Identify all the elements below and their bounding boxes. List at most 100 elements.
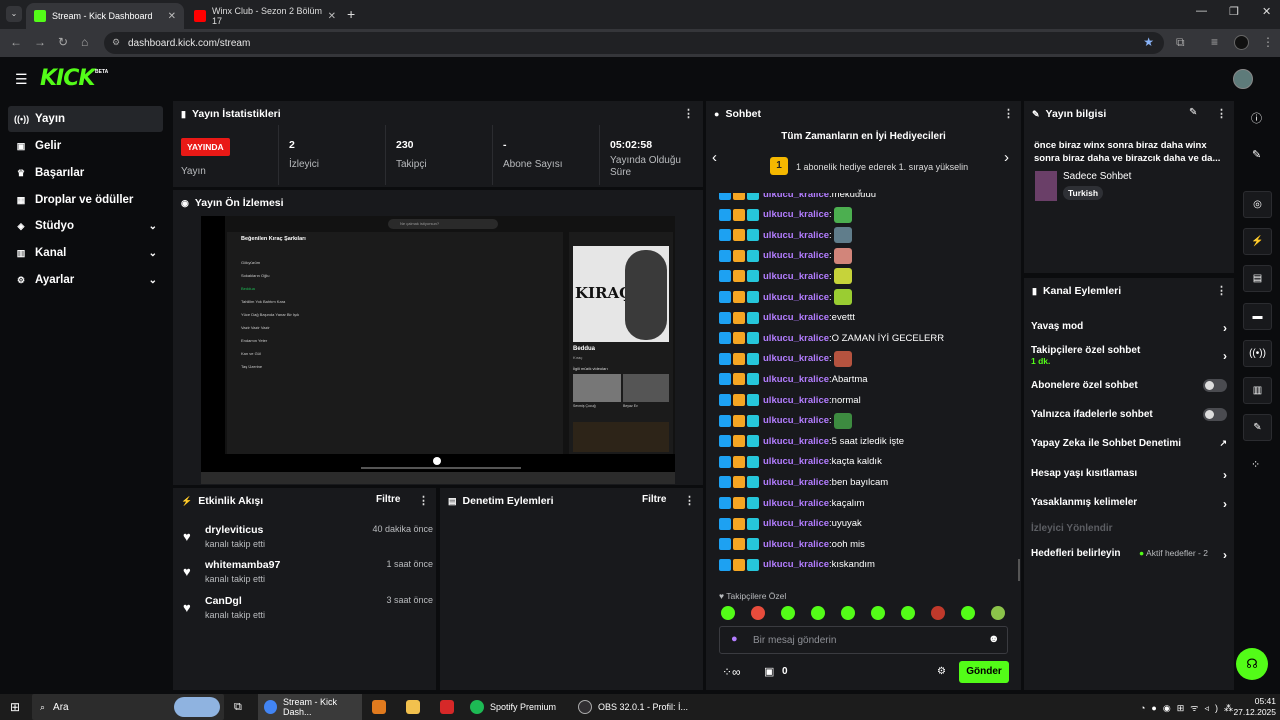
rail-layout[interactable]: ▥ (1243, 377, 1272, 404)
tab-winx[interactable]: Winx Club - Sezon 2 Bölüm 17 ✕ (186, 3, 344, 29)
emote-option[interactable] (931, 606, 945, 620)
menu-icon[interactable]: ⋮ (1262, 35, 1274, 49)
chat-input[interactable]: ● Bir mesaj gönderin ☻ (719, 626, 1008, 654)
users-icon[interactable]: ⁘ (1251, 458, 1260, 471)
emote-option[interactable] (901, 606, 915, 620)
back-icon[interactable]: ← (10, 35, 22, 49)
action-ai-moderation[interactable]: Yapay Zeka ile Sohbet Denetimi ↗ (1031, 438, 1227, 449)
emote-option[interactable] (721, 606, 735, 620)
chat-username[interactable]: ulkucu_kralice (763, 209, 829, 220)
chat-username[interactable]: ulkucu_kralice (763, 292, 829, 303)
media-icon[interactable]: ≡ (1211, 35, 1218, 49)
more-options-icon[interactable]: ⋮ (1003, 107, 1014, 120)
edit-icon[interactable]: ✎ (1189, 107, 1197, 118)
sidebar-item-basarilar[interactable]: ♛ Başarılar (8, 160, 163, 186)
pencil-icon[interactable]: ✎ (1252, 148, 1261, 161)
close-icon[interactable]: ✕ (328, 11, 336, 22)
rail-tools[interactable]: ✎ (1243, 414, 1272, 441)
sidebar-item-kanal[interactable]: ▥ Kanal ⌄ (8, 240, 163, 266)
chevron-right-icon[interactable]: › (1004, 149, 1009, 166)
filter-button[interactable]: Filtre (642, 494, 666, 505)
sidebar-item-ayarlar[interactable]: ⚙ Ayarlar ⌄ (8, 267, 163, 293)
taskbar-app-chrome[interactable]: Stream - Kick Dash... (258, 694, 362, 720)
chat-username[interactable]: ulkucu_kralice (763, 477, 829, 488)
microphone-icon[interactable]: ● (731, 633, 738, 645)
activity-username[interactable]: CanDgl (205, 595, 242, 607)
emote-option[interactable] (871, 606, 885, 620)
action-account-age[interactable]: Hesap yaşı kısıtlaması › (1031, 468, 1227, 482)
emotes-only-toggle[interactable] (1203, 408, 1227, 421)
sidebar-item-gelir[interactable]: ▣ Gelir (8, 133, 163, 159)
chat-username[interactable]: ulkucu_kralice (763, 415, 829, 426)
taskbar-app-obs[interactable]: OBS 32.0.1 - Profil: İ... (578, 694, 688, 720)
user-avatar[interactable] (1233, 69, 1253, 89)
gift-icon[interactable]: ▣ (764, 665, 774, 678)
more-options-icon[interactable]: ⋮ (1216, 107, 1227, 120)
info-icon[interactable]: ⓘ (1251, 110, 1262, 126)
extensions-icon[interactable]: ⧉ (1176, 35, 1185, 50)
rail-stream-info[interactable]: ◎ (1243, 191, 1272, 218)
more-options-icon[interactable]: ⋮ (683, 107, 694, 120)
action-goals[interactable]: Hedefleri belirleyin ● Aktif hedefler - … (1031, 548, 1227, 562)
action-slow-mode[interactable]: Yavaş mod › (1031, 321, 1227, 335)
action-followers-only[interactable]: Takipçilere özel sohbet 1 dk. › (1031, 345, 1227, 366)
rail-chat[interactable]: ▬ (1243, 303, 1272, 330)
close-window-button[interactable]: ✕ (1262, 5, 1271, 18)
emote-option[interactable] (991, 606, 1005, 620)
bookmark-star-icon[interactable]: ★ (1143, 35, 1154, 49)
chat-username[interactable]: ulkucu_kralice (763, 230, 829, 241)
emote-option[interactable] (811, 606, 825, 620)
reload-icon[interactable]: ↻ (58, 35, 68, 49)
more-options-icon[interactable]: ⋮ (418, 494, 429, 507)
action-banned-words[interactable]: Yasaklanmış kelimeler › (1031, 497, 1227, 511)
tab-list-button[interactable]: ⌄ (6, 6, 22, 22)
system-tray[interactable]: ◔●◉⊞ᯤ◃)⁂ (1140, 694, 1239, 720)
tab-kick-dashboard[interactable]: Stream - Kick Dashboard ✕ (26, 3, 184, 29)
taskbar-app-red[interactable] (440, 694, 460, 720)
action-subscribers-only[interactable]: Abonelere özel sohbet (1031, 379, 1227, 392)
more-options-icon[interactable]: ⋮ (684, 494, 695, 507)
chat-username[interactable]: ulkucu_kralice (763, 498, 829, 509)
minimize-button[interactable]: — (1196, 5, 1207, 17)
rail-activity[interactable]: ⚡ (1243, 228, 1272, 255)
emote-option[interactable] (751, 606, 765, 620)
emote-option[interactable] (961, 606, 975, 620)
sidebar-item-yayin[interactable]: ((•)) Yayın (8, 106, 163, 132)
filter-button[interactable]: Filtre (376, 494, 400, 505)
chat-username[interactable]: ulkucu_kralice (763, 312, 829, 323)
emote-option[interactable] (841, 606, 855, 620)
chat-username[interactable]: ulkucu_kralice (763, 539, 829, 550)
chat-username[interactable]: ulkucu_kralice (763, 559, 829, 570)
chat-username[interactable]: ulkucu_kralice (763, 395, 829, 406)
chat-username[interactable]: ulkucu_kralice (763, 374, 829, 385)
chat-username[interactable]: ulkucu_kralice (763, 333, 829, 344)
tray-clock[interactable]: 05:41 27.12.2025 (1232, 696, 1276, 718)
start-button[interactable]: ⊞ (10, 694, 20, 720)
sidebar-item-studyo[interactable]: ◈ Stüdyo ⌄ (8, 213, 163, 239)
home-icon[interactable]: ⌂ (81, 35, 88, 49)
chat-username[interactable]: ulkucu_kralice (763, 353, 829, 364)
emoji-icon[interactable]: ☻ (988, 633, 1000, 645)
emote-option[interactable] (781, 606, 795, 620)
rail-moderation[interactable]: ▤ (1243, 265, 1272, 292)
taskbar-search[interactable]: ⌕ Ara (32, 694, 224, 720)
taskbar-app-spotify[interactable]: Spotify Premium (470, 694, 556, 720)
chat-username[interactable]: ulkucu_kralice (763, 456, 829, 467)
action-emotes-only[interactable]: Yalnızca ifadelerle sohbet (1031, 408, 1227, 421)
task-view-icon[interactable]: ⧉ (234, 694, 242, 720)
hamburger-menu-icon[interactable]: ☰ (15, 71, 28, 88)
profile-avatar[interactable] (1234, 35, 1249, 50)
kick-logo[interactable]: KICK (40, 66, 95, 91)
forward-icon[interactable]: → (34, 35, 46, 49)
sidebar-item-droplar[interactable]: ▦ Droplar ve ödüller (8, 187, 163, 213)
address-bar[interactable]: ⚙ dashboard.kick.com/stream ★ (104, 32, 1164, 54)
send-button[interactable]: Gönder (959, 661, 1009, 683)
chat-username[interactable]: ulkucu_kralice (763, 518, 829, 529)
infinity-icon[interactable]: ⁘∞ (722, 665, 741, 679)
activity-username[interactable]: dryleviticus (205, 524, 263, 536)
category-name[interactable]: Sadece Sohbet (1063, 171, 1131, 182)
taskbar-app-brave[interactable] (372, 694, 392, 720)
stream-preview-video[interactable]: Ne çalmak istiyorsun? Beğenilen Kıraç Şa… (201, 216, 675, 484)
new-tab-button[interactable]: + (347, 6, 355, 22)
taskbar-app-explorer[interactable] (406, 694, 426, 720)
